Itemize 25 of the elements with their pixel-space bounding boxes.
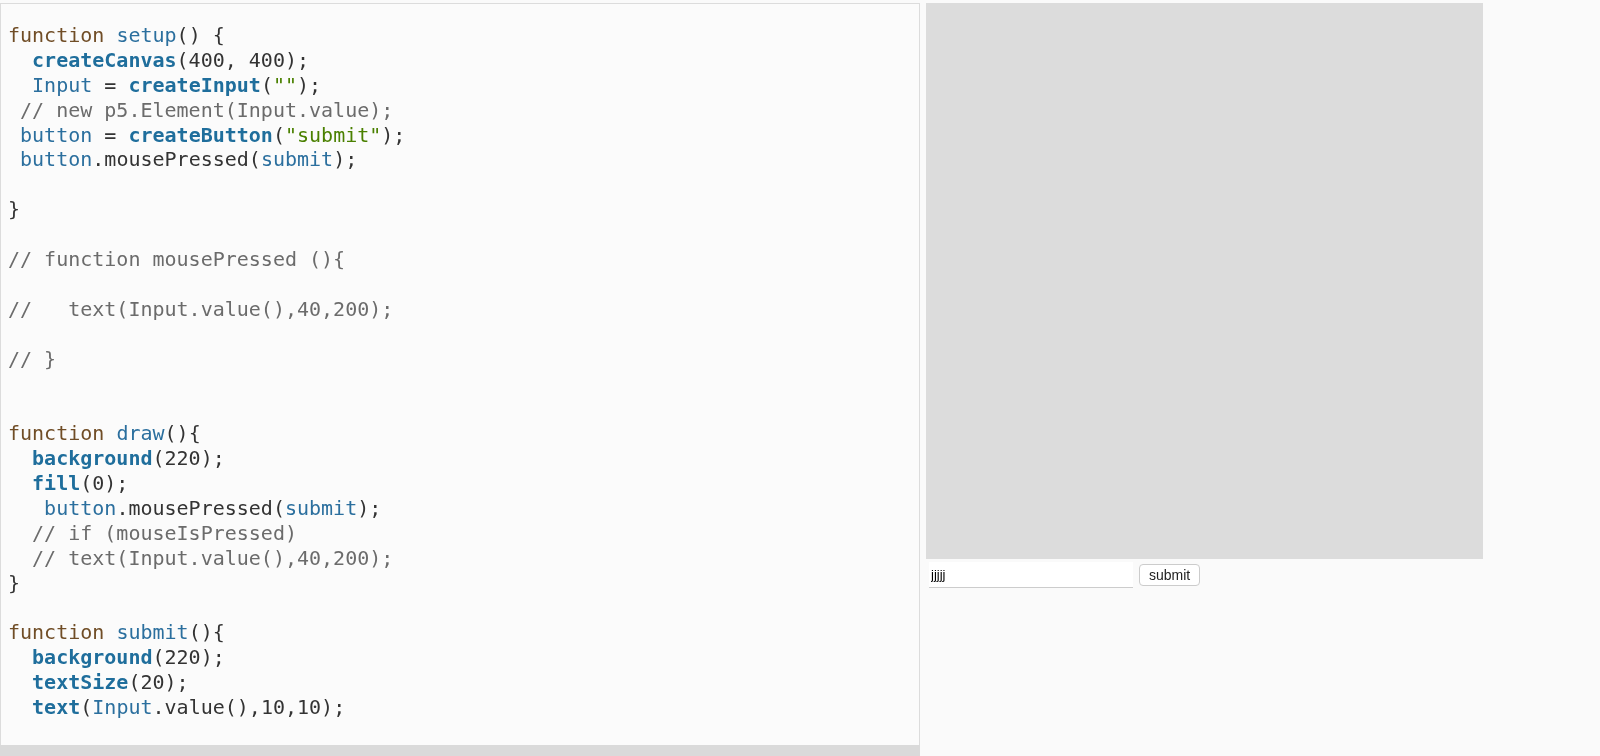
code-line: // text(Input.value(),40,200); [31,545,395,571]
code-line: // text(Input.value(),40,200); [8,296,395,322]
code-line: button.mousePressed(submit); [19,147,359,173]
code-line: // if (mouseIsPressed) [31,520,298,546]
code-line: background(220); [31,645,226,671]
code-line: // new p5.Element(Input.value); [19,97,395,123]
code-line: button.mousePressed(submit); [43,495,383,521]
submit-button[interactable]: submit [1139,564,1201,586]
code-line: background(220); [31,446,226,472]
code-line: // } [8,346,58,372]
code-line: Input = createInput(""); [31,72,323,98]
input-field[interactable]: jjjjj [929,562,1133,588]
code-line: // function mousePressed (){ [8,247,347,272]
code-editor[interactable] [0,3,920,745]
code-line: function draw(){ [8,421,202,447]
code-line: createCanvas(400, 400); [31,47,311,73]
code-line: fill(0); [31,471,130,496]
code-line: text(Input.value(),10,10); [31,695,347,720]
code-line: function setup() { [8,23,226,48]
code-line: } [8,197,22,223]
code-line: } [8,570,22,596]
code-line: function submit(){ [8,620,226,646]
horizontal-scrollbar[interactable] [0,745,920,756]
code-line: textSize(20); [31,670,190,696]
code-line: button = createButton("submit"); [19,122,407,148]
